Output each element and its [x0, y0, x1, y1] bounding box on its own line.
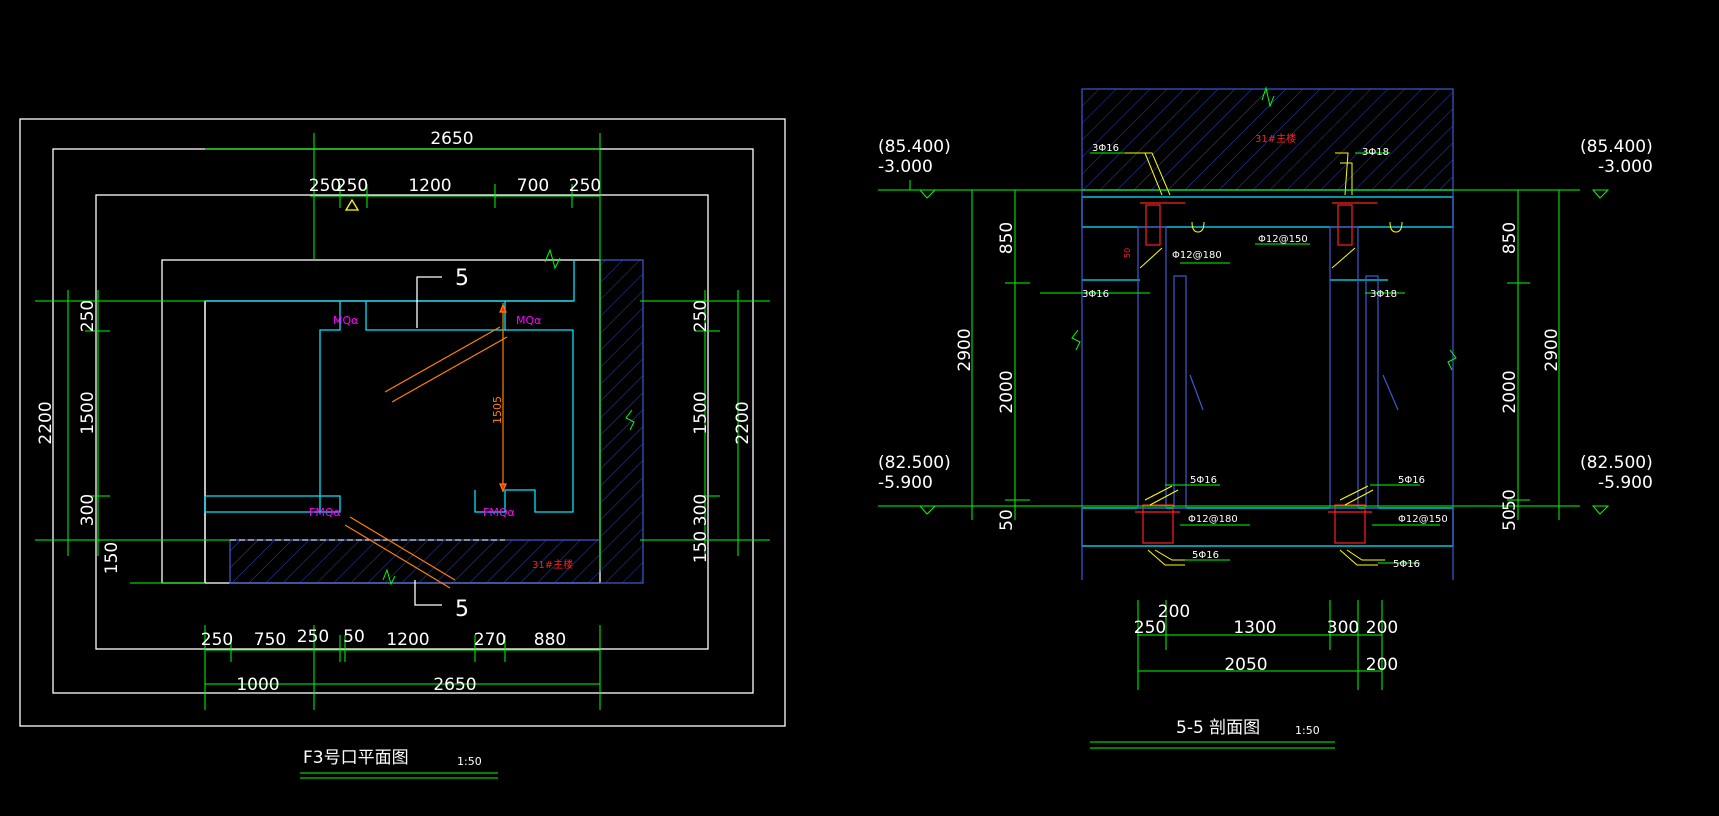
plan-dim-top-3: 1200 — [408, 176, 451, 196]
plan-dim-bottom-3: 250 — [297, 627, 329, 647]
plan-door-label-1: MQα — [333, 314, 358, 327]
section-bottom-level-right: -5.900 — [1598, 473, 1653, 493]
section-rebar-r-top-inner: 3Φ18 — [1370, 289, 1397, 300]
section-bottom-total: 2050 — [1224, 655, 1267, 675]
section-rebar-l-top-inner: 3Φ16 — [1082, 289, 1109, 300]
section-left-dim-2: 2000 — [997, 370, 1017, 413]
section-view: (85.400) -3.000 (82.500) -5.900 (85.400)… — [878, 86, 1653, 749]
section-rebar-l-bot-upper: 5Φ16 — [1190, 475, 1217, 486]
plan-hatched-walls — [229, 259, 644, 586]
plan-dim-right-3: 300 — [691, 494, 711, 526]
plan-door-label-2: MQα — [516, 314, 541, 327]
section-rebar-r-top-outer: 3Φ18 — [1362, 147, 1389, 158]
cad-drawing-canvas[interactable]: 2650 250 250 1200 700 250 250 750 250 50… — [0, 0, 1719, 811]
section-col-dim: 50 — [1123, 248, 1132, 258]
plan-scale: 1:50 — [457, 755, 482, 768]
plan-dim-bottom-5: 1200 — [386, 630, 429, 650]
section-left-total: 2900 — [955, 328, 975, 371]
triangle-marker-icon — [344, 198, 360, 211]
plan-door-label-3: FMQα — [309, 506, 341, 519]
plan-dim-bottom-4: 50 — [343, 627, 365, 647]
section-right-total: 2900 — [1542, 328, 1562, 371]
section-right-dim-2: 2000 — [1500, 370, 1520, 413]
plan-dim-top-total: 2650 — [430, 129, 473, 149]
plan-dim-bottom-1: 250 — [201, 630, 233, 650]
section-top-level-right: -3.000 — [1598, 157, 1653, 177]
plan-room-outline — [204, 260, 575, 513]
plan-dim-left-2: 1500 — [78, 391, 98, 434]
section-bottom-dim-2: 1300 — [1233, 618, 1276, 638]
section-rebar-slab-top-r: Φ12@150 — [1258, 234, 1308, 245]
plan-inner-dim: 1505 — [491, 396, 504, 424]
plan-labels: 2650 250 250 1200 700 250 250 750 250 50… — [36, 129, 753, 779]
plan-dim-bottom-7: 880 — [534, 630, 566, 650]
cad-drawing: 2650 250 250 1200 700 250 250 750 250 50… — [19, 86, 1653, 779]
section-bottom-dim-3: 300 — [1327, 618, 1359, 638]
plan-dim-left-1: 250 — [78, 300, 98, 332]
section-top-elev-right: (85.400) — [1580, 137, 1653, 157]
plan-dim-top-5: 250 — [569, 176, 601, 196]
plan-dim-bottom-2: 750 — [254, 630, 286, 650]
section-rebar-l-top-outer: 3Φ16 — [1092, 143, 1119, 154]
section-bottom-total-right: 200 — [1366, 655, 1398, 675]
section-bottom-elev-right: (82.500) — [1580, 453, 1653, 473]
plan-dim-left-3: 300 — [78, 494, 98, 526]
section-right-dim-3: 50 — [1500, 509, 1520, 531]
plan-dim-right-extra: 150 — [691, 531, 711, 563]
section-rebar-r-bot-lower: 5Φ16 — [1393, 559, 1420, 570]
section-right-dim-1: 850 — [1500, 222, 1520, 254]
section-rebar-slab-bot-r: Φ12@150 — [1398, 514, 1448, 525]
section-rebar-r-bot-upper: 5Φ16 — [1398, 475, 1425, 486]
plan-dim-bottom-6: 270 — [474, 630, 506, 650]
section-bottom-elev-left: (82.500) — [878, 453, 951, 473]
plan-view: 2650 250 250 1200 700 250 250 750 250 50… — [19, 118, 786, 779]
plan-dim-right-total: 2200 — [733, 401, 753, 444]
plan-dim-left-total: 2200 — [36, 401, 56, 444]
section-top-level-left: -3.000 — [878, 157, 933, 177]
plan-section-mark-bottom: 5 — [455, 597, 469, 622]
plan-wall-label: 31#主楼 — [532, 558, 573, 571]
plan-dim-lines — [35, 133, 770, 710]
section-left-dim-1: 850 — [997, 222, 1017, 254]
plan-dim-right-2: 1500 — [691, 391, 711, 434]
section-bottom-level-left: -5.900 — [878, 473, 933, 493]
section-bottom-dim-4: 200 — [1366, 618, 1398, 638]
plan-door-label-4: FMQα — [483, 506, 515, 519]
plan-dim-top-4: 700 — [517, 176, 549, 196]
section-top-elev-left: (85.400) — [878, 137, 951, 157]
section-rebar-slab-bot-l: Φ12@180 — [1188, 514, 1238, 525]
plan-dim-left-extra: 150 — [102, 542, 122, 574]
plan-section-mark-top: 5 — [455, 266, 469, 291]
section-bottom-dim-1: 250 — [1134, 618, 1166, 638]
plan-dim-bottom-total: 2650 — [433, 675, 476, 695]
plan-title: F3号口平面图 — [303, 748, 409, 768]
section-left-dim-3: 50 — [997, 509, 1017, 531]
section-labels: (85.400) -3.000 (82.500) -5.900 (85.400)… — [878, 132, 1653, 738]
plan-dim-bottom-total-left: 1000 — [236, 675, 279, 695]
plan-dim-top-2: 250 — [336, 176, 368, 196]
section-rebar-slab-top-l: Φ12@180 — [1172, 250, 1222, 261]
section-title: 5-5 剖面图 — [1176, 718, 1260, 738]
plan-dim-right-1: 250 — [691, 300, 711, 332]
section-rebar-l-bot-lower: 5Φ16 — [1192, 550, 1219, 561]
section-beam-label: 31#主楼 — [1255, 132, 1296, 145]
section-scale: 1:50 — [1295, 724, 1320, 737]
section-right-extra: 50 — [1500, 489, 1520, 511]
